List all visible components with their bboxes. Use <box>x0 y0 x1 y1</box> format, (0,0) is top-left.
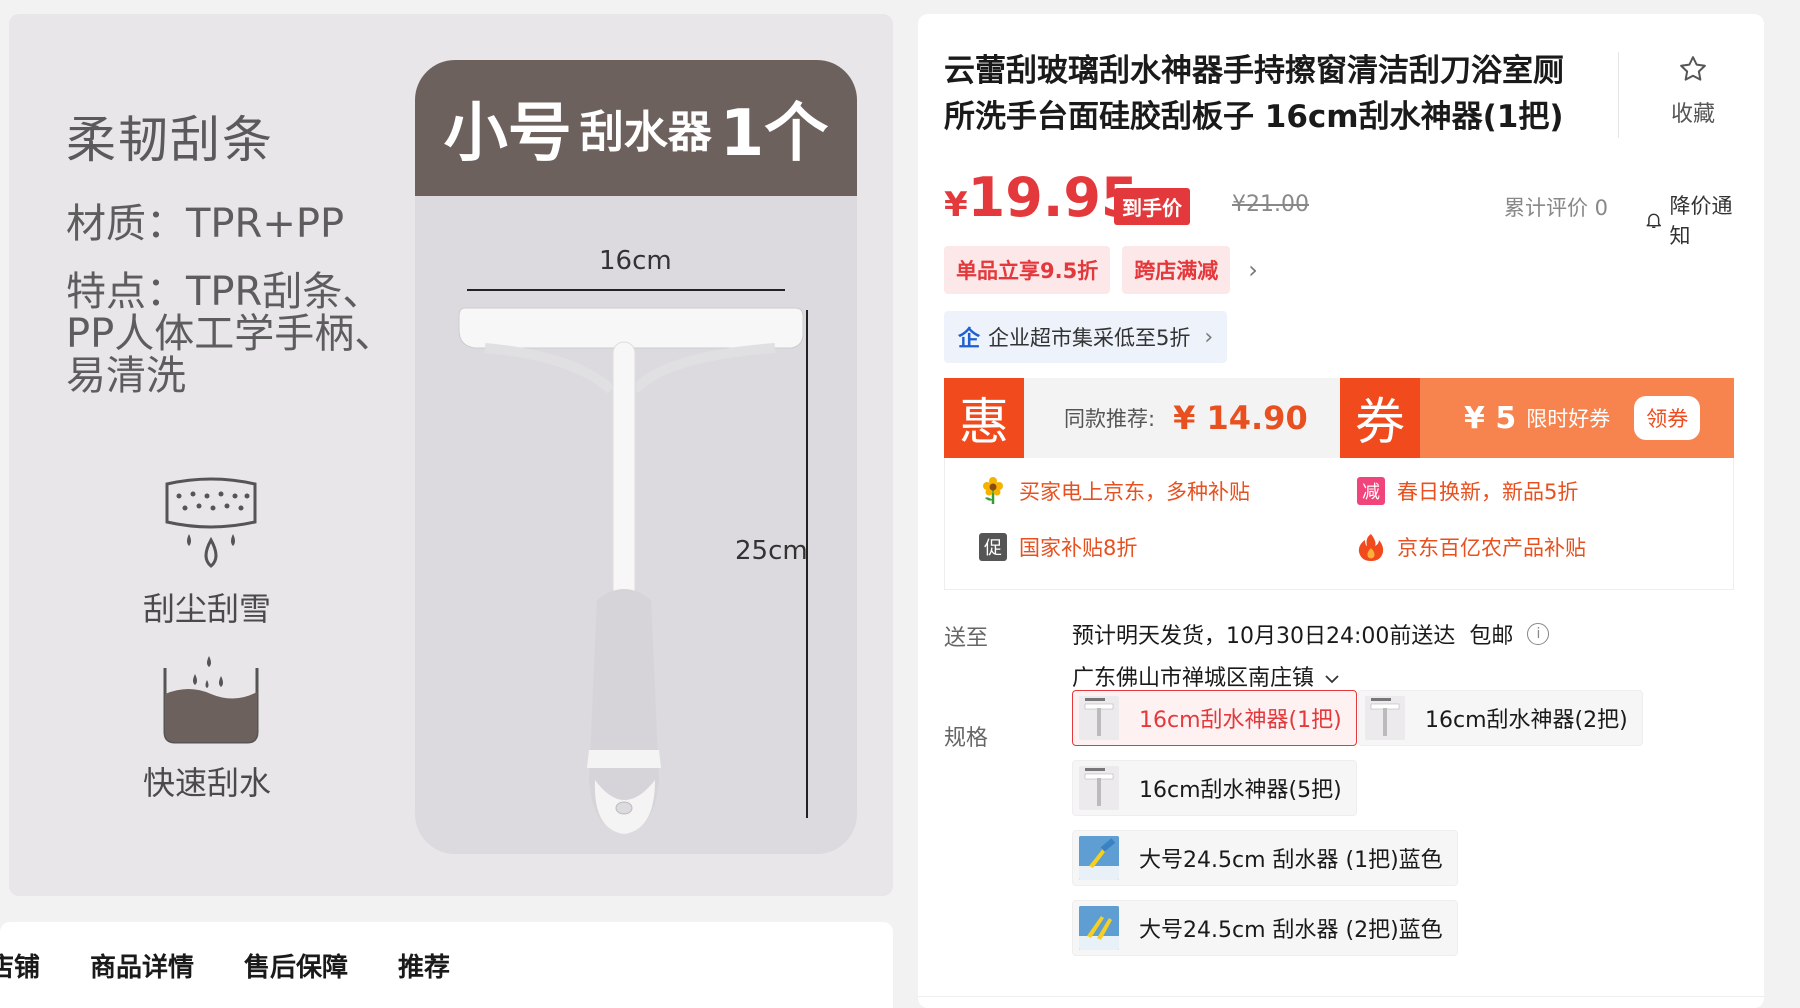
spec-option[interactable]: 大号24.5cm 刮水器 (2把)蓝色 <box>1072 900 1458 956</box>
delivery-estimate: 预计明天发货，10月30日24:00前送达 包邮 i <box>1072 618 1550 650</box>
feature-caption: 刮尘刮雪 <box>143 590 272 628</box>
delivery-text: 预计明天发货，10月30日24:00前送达 <box>1072 624 1456 649</box>
jian-icon: 减 <box>1357 477 1385 505</box>
price-drop-notify[interactable]: 降价通知 <box>1644 190 1744 250</box>
ship-to-label: 送至 <box>944 626 989 651</box>
get-coupon-button[interactable]: 领券 <box>1634 396 1701 440</box>
price-row: ¥19.95 到手价 ¥21.00 累计评价 0 降价通知 <box>944 166 1744 248</box>
benefit-item[interactable]: 促 国家补贴8折 <box>979 532 1137 562</box>
benefits-box: 买家电上京东，多种补贴 减 春日换新，新品5折 促 国家补贴8折 京东百亿农产品… <box>944 458 1734 590</box>
info-icon[interactable]: i <box>1527 623 1550 645</box>
coupon-area: 券 ¥ 5 限时好券 领券 <box>1340 378 1734 458</box>
notify-label: 降价通知 <box>1669 194 1733 248</box>
image-feature-line: 特点：TPR刮条、 <box>66 269 383 315</box>
spec-option[interactable]: 16cm刮水神器(5把) <box>1072 760 1357 816</box>
benefit-text: 买家电上京东，多种补贴 <box>1019 480 1250 504</box>
image-material: 材质：TPR+PP <box>66 201 345 247</box>
hui-badge: 惠 <box>944 378 1024 458</box>
tab-product-details[interactable]: 商品详情 <box>90 947 194 984</box>
address-text: 广东佛山市禅城区南庄镇 <box>1072 666 1315 691</box>
favorite-label: 收藏 <box>1670 102 1715 127</box>
spec-thumbnail <box>1365 696 1405 740</box>
spec-option[interactable]: 大号24.5cm 刮水器 (1把)蓝色 <box>1072 830 1458 886</box>
free-shipping: 包邮 <box>1469 624 1514 649</box>
divider <box>1618 52 1619 138</box>
coupon-amount: ¥ 5 <box>1464 400 1517 436</box>
current-price: ¥19.95 <box>944 166 1138 229</box>
chevron-right-icon: › <box>1204 324 1214 350</box>
spec-thumbnail <box>1079 906 1119 950</box>
promo-tag-discount[interactable]: 单品立享9.5折 <box>944 246 1111 294</box>
squeegee-illustration <box>458 289 808 834</box>
tab-after-sales[interactable]: 售后保障 <box>244 947 348 984</box>
spec-thumbnail <box>1079 696 1119 740</box>
spec-option-text: 大号24.5cm 刮水器 (1把)蓝色 <box>1139 848 1443 873</box>
address-selector[interactable]: 广东佛山市禅城区南庄镇 <box>1072 660 1341 692</box>
enterprise-purchase-link[interactable]: 企 企业超市集采低至5折 › <box>944 311 1228 363</box>
bell-icon <box>1646 213 1661 229</box>
divider <box>918 996 1764 997</box>
benefit-text: 春日换新，新品5折 <box>1397 480 1579 504</box>
size-card: 小号 刮水器 1个 16cm 25cm <box>415 60 857 854</box>
benefit-text: 京东百亿农产品补贴 <box>1397 536 1586 560</box>
price-value: 19.95 <box>967 166 1139 229</box>
promo-tag-cross-store[interactable]: 跨店满减 <box>1122 246 1231 294</box>
spec-option-text: 大号24.5cm 刮水器 (2把)蓝色 <box>1139 918 1443 943</box>
chevron-down-icon <box>1325 675 1339 684</box>
spec-option-text: 16cm刮水神器(1把) <box>1139 708 1342 733</box>
enterprise-icon: 企 <box>958 327 981 352</box>
product-info-panel: 云蕾刮玻璃刮水神器手持擦窗清洁刮刀浴室厕所洗手台面硅胶刮板子 16cm刮水神器(… <box>918 14 1764 1008</box>
detail-tab-bar: 店铺 商品详情 售后保障 推荐 <box>0 922 893 1008</box>
final-price-tag: 到手价 <box>1114 188 1190 225</box>
price-symbol: ¥ <box>944 185 968 225</box>
recommend-price: ¥ 14.90 <box>1173 399 1308 437</box>
spec-option-text: 16cm刮水神器(2把) <box>1425 708 1628 733</box>
spec-thumbnail <box>1079 766 1119 810</box>
similar-recommend[interactable]: 惠 同款推荐: ¥ 14.90 <box>944 378 1340 458</box>
spec-thumbnail <box>1079 836 1119 880</box>
spec-label: 规格 <box>944 726 989 751</box>
favorite-button[interactable]: 收藏 <box>1648 54 1738 128</box>
deal-bar: 惠 同款推荐: ¥ 14.90 券 ¥ 5 限时好券 领券 <box>944 378 1734 458</box>
original-price: ¥21.00 <box>1232 192 1309 217</box>
review-count[interactable]: 累计评价 0 <box>1504 192 1608 222</box>
tab-recommend[interactable]: 推荐 <box>398 947 450 984</box>
product-main-image[interactable]: 柔韧刮条 材质：TPR+PP 特点：TPR刮条、 PP人体工学手柄、 易清洗 刮… <box>9 14 893 896</box>
chevron-right-icon[interactable]: › <box>1248 256 1258 284</box>
spec-option-text: 16cm刮水神器(5把) <box>1139 778 1342 803</box>
spec-option[interactable]: 16cm刮水神器(1把) <box>1072 690 1357 746</box>
fire-icon <box>1358 534 1384 561</box>
image-title: 柔韧刮条 <box>66 111 274 169</box>
recommend-label: 同款推荐: <box>1064 407 1156 431</box>
dust-snow-icon <box>165 477 257 568</box>
image-feature-line: PP人体工学手柄、 <box>66 311 395 357</box>
benefit-item[interactable]: 京东百亿农产品补贴 <box>1357 532 1586 562</box>
spec-option[interactable]: 16cm刮水神器(2把) <box>1358 690 1643 746</box>
benefit-text: 国家补贴8折 <box>1019 536 1138 560</box>
tab-store[interactable]: 店铺 <box>0 947 40 984</box>
water-icon <box>163 656 259 744</box>
coupon-description: 限时好券 <box>1526 407 1611 431</box>
star-icon <box>1680 56 1706 81</box>
benefit-item[interactable]: 买家电上京东，多种补贴 <box>979 476 1250 506</box>
flower-icon <box>983 477 1003 504</box>
enterprise-text: 企业超市集采低至5折 <box>988 326 1191 350</box>
product-title: 云蕾刮玻璃刮水神器手持擦窗清洁刮刀浴室厕所洗手台面硅胶刮板子 16cm刮水神器(… <box>944 53 1564 135</box>
image-feature-line: 易清洗 <box>66 353 186 399</box>
benefit-item[interactable]: 减 春日换新，新品5折 <box>1357 476 1578 506</box>
promo-tags: 单品立享9.5折 跨店满减 › <box>944 246 1258 294</box>
feature-caption: 快速刮水 <box>143 764 272 802</box>
cu-icon: 促 <box>979 533 1007 561</box>
quan-badge: 券 <box>1340 378 1420 458</box>
